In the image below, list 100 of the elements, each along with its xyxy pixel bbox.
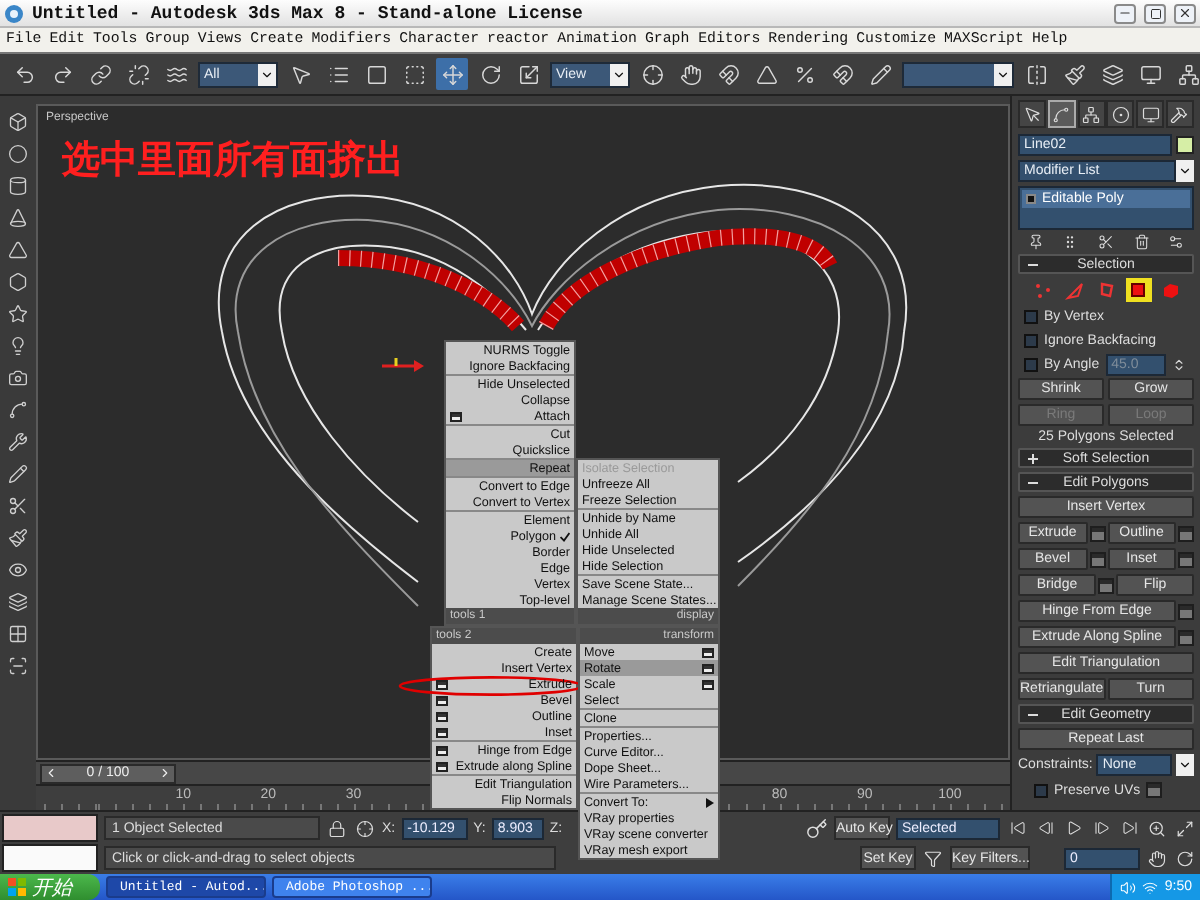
rectangle-region-icon[interactable]: [365, 63, 387, 85]
checkbox[interactable]: [1034, 783, 1048, 797]
scissors-icon[interactable]: [8, 496, 28, 516]
listener-field[interactable]: [2, 814, 98, 842]
box-icon[interactable]: [8, 112, 28, 132]
hexagon-icon[interactable]: [8, 272, 28, 292]
settings-box-icon[interactable]: [450, 412, 462, 422]
go-to-end-icon[interactable]: [1121, 820, 1137, 836]
undo-icon[interactable]: [13, 63, 35, 85]
redo-icon[interactable]: [51, 63, 73, 85]
object-color-swatch[interactable]: [1176, 136, 1194, 154]
pencil-icon[interactable]: [8, 464, 28, 484]
brush-icon[interactable]: [8, 528, 28, 548]
lock-icon[interactable]: [328, 819, 346, 837]
panel-tab[interactable]: [1077, 100, 1106, 128]
transform-tool-button[interactable]: [436, 58, 468, 90]
hammer-icon: [1170, 105, 1189, 123]
previous-frame-icon[interactable]: [1037, 820, 1053, 836]
panel-tab[interactable]: [1106, 100, 1135, 128]
minimize-button[interactable]: [1114, 3, 1136, 23]
caption-text: 选中里面所有面挤出: [62, 136, 404, 186]
zoom-icon[interactable]: [1148, 819, 1166, 837]
collapse-icon[interactable]: [1028, 710, 1038, 720]
scale-icon: [517, 63, 539, 85]
cone-icon[interactable]: [8, 208, 28, 228]
layers-icon[interactable]: [1101, 63, 1123, 85]
named-selection-dropdown[interactable]: [902, 61, 1014, 87]
panel-tab[interactable]: [1165, 100, 1194, 128]
panel-tab[interactable]: [1136, 100, 1165, 128]
axis-gizmo-icon: [382, 358, 424, 372]
border-icon: [1096, 280, 1116, 300]
scissors-icon[interactable]: [1097, 234, 1114, 250]
collapse-icon[interactable]: [1028, 478, 1038, 488]
hand-icon[interactable]: [679, 63, 701, 85]
edge-icon: [1064, 280, 1084, 300]
submenu-arrow-icon: [706, 797, 714, 807]
pivot-icon[interactable]: [641, 63, 663, 85]
network-icon[interactable]: [1142, 879, 1159, 895]
expand-icon[interactable]: [1028, 454, 1038, 464]
settings-box-icon[interactable]: [436, 728, 448, 738]
wrench-icon[interactable]: [8, 432, 28, 452]
next-frame-icon[interactable]: [1093, 820, 1109, 836]
scanline-icon[interactable]: [8, 656, 28, 676]
percent-snap-icon[interactable]: [793, 63, 815, 85]
link-icon[interactable]: [89, 63, 111, 85]
spinner-arrows-icon[interactable]: [1171, 357, 1186, 371]
checkbox[interactable]: [1024, 357, 1038, 371]
maximize-icon: [1149, 7, 1161, 19]
move-icon: [441, 63, 463, 85]
select-arrow-icon[interactable]: [289, 63, 311, 85]
checkbox[interactable]: [1024, 333, 1038, 347]
settings-box-icon[interactable]: [436, 696, 448, 706]
vertex-dots-icon: [1032, 280, 1052, 300]
sphere-icon[interactable]: [8, 144, 28, 164]
settings-box-icon[interactable]: [436, 712, 448, 722]
star-icon[interactable]: [8, 304, 28, 324]
checkbox[interactable]: [1024, 309, 1038, 323]
layers-icon[interactable]: [8, 592, 28, 612]
schematic-icon[interactable]: [1177, 63, 1199, 85]
toggle-bulb-icon[interactable]: [1026, 194, 1036, 204]
squiggle-icon[interactable]: [165, 63, 187, 85]
panel-tab[interactable]: [1018, 100, 1046, 128]
close-icon: [1178, 6, 1192, 20]
trash-icon[interactable]: [1133, 234, 1150, 250]
unlink-icon[interactable]: [127, 63, 149, 85]
maximize-icon[interactable]: [1176, 819, 1194, 837]
dashed-square-icon[interactable]: [403, 63, 425, 85]
eye-icon[interactable]: [8, 560, 28, 580]
settings-box-icon[interactable]: [436, 680, 448, 690]
settings-box-icon[interactable]: [702, 680, 714, 690]
filter-icon[interactable]: [924, 849, 942, 867]
grid-icon[interactable]: [8, 624, 28, 644]
cylinder-icon[interactable]: [8, 176, 28, 196]
orbit-icon[interactable]: [1176, 849, 1194, 867]
go-to-start-icon[interactable]: [1009, 820, 1025, 836]
pan-icon[interactable]: [1148, 849, 1166, 867]
speaker-icon[interactable]: [1120, 879, 1137, 895]
spline-icon[interactable]: [8, 400, 28, 420]
rotate-icon: [479, 63, 501, 85]
collapse-icon[interactable]: [1028, 260, 1038, 270]
pin-icon[interactable]: [1027, 234, 1044, 250]
curve-icon: [1052, 105, 1071, 123]
listener-field[interactable]: [2, 844, 98, 872]
settings-box-icon[interactable]: [436, 762, 448, 772]
settings-icon[interactable]: [1168, 234, 1185, 250]
panel-tab[interactable]: [1047, 100, 1076, 128]
circle-icon: [1111, 105, 1130, 123]
maximize-button[interactable]: [1144, 3, 1166, 23]
subobject-level-button[interactable]: [1125, 278, 1151, 302]
key-icon[interactable]: [806, 817, 828, 839]
settings-box-icon[interactable]: [436, 746, 448, 756]
mirror-icon[interactable]: [1025, 63, 1047, 85]
settings-box-icon[interactable]: [702, 664, 714, 674]
light-icon[interactable]: [8, 336, 28, 356]
settings-box-icon[interactable]: [702, 648, 714, 658]
triangle-icon[interactable]: [8, 240, 28, 260]
play-icon[interactable]: [1065, 820, 1081, 836]
close-button[interactable]: [1174, 3, 1196, 23]
camera-icon[interactable]: [8, 368, 28, 388]
snap-icon[interactable]: [717, 63, 739, 85]
